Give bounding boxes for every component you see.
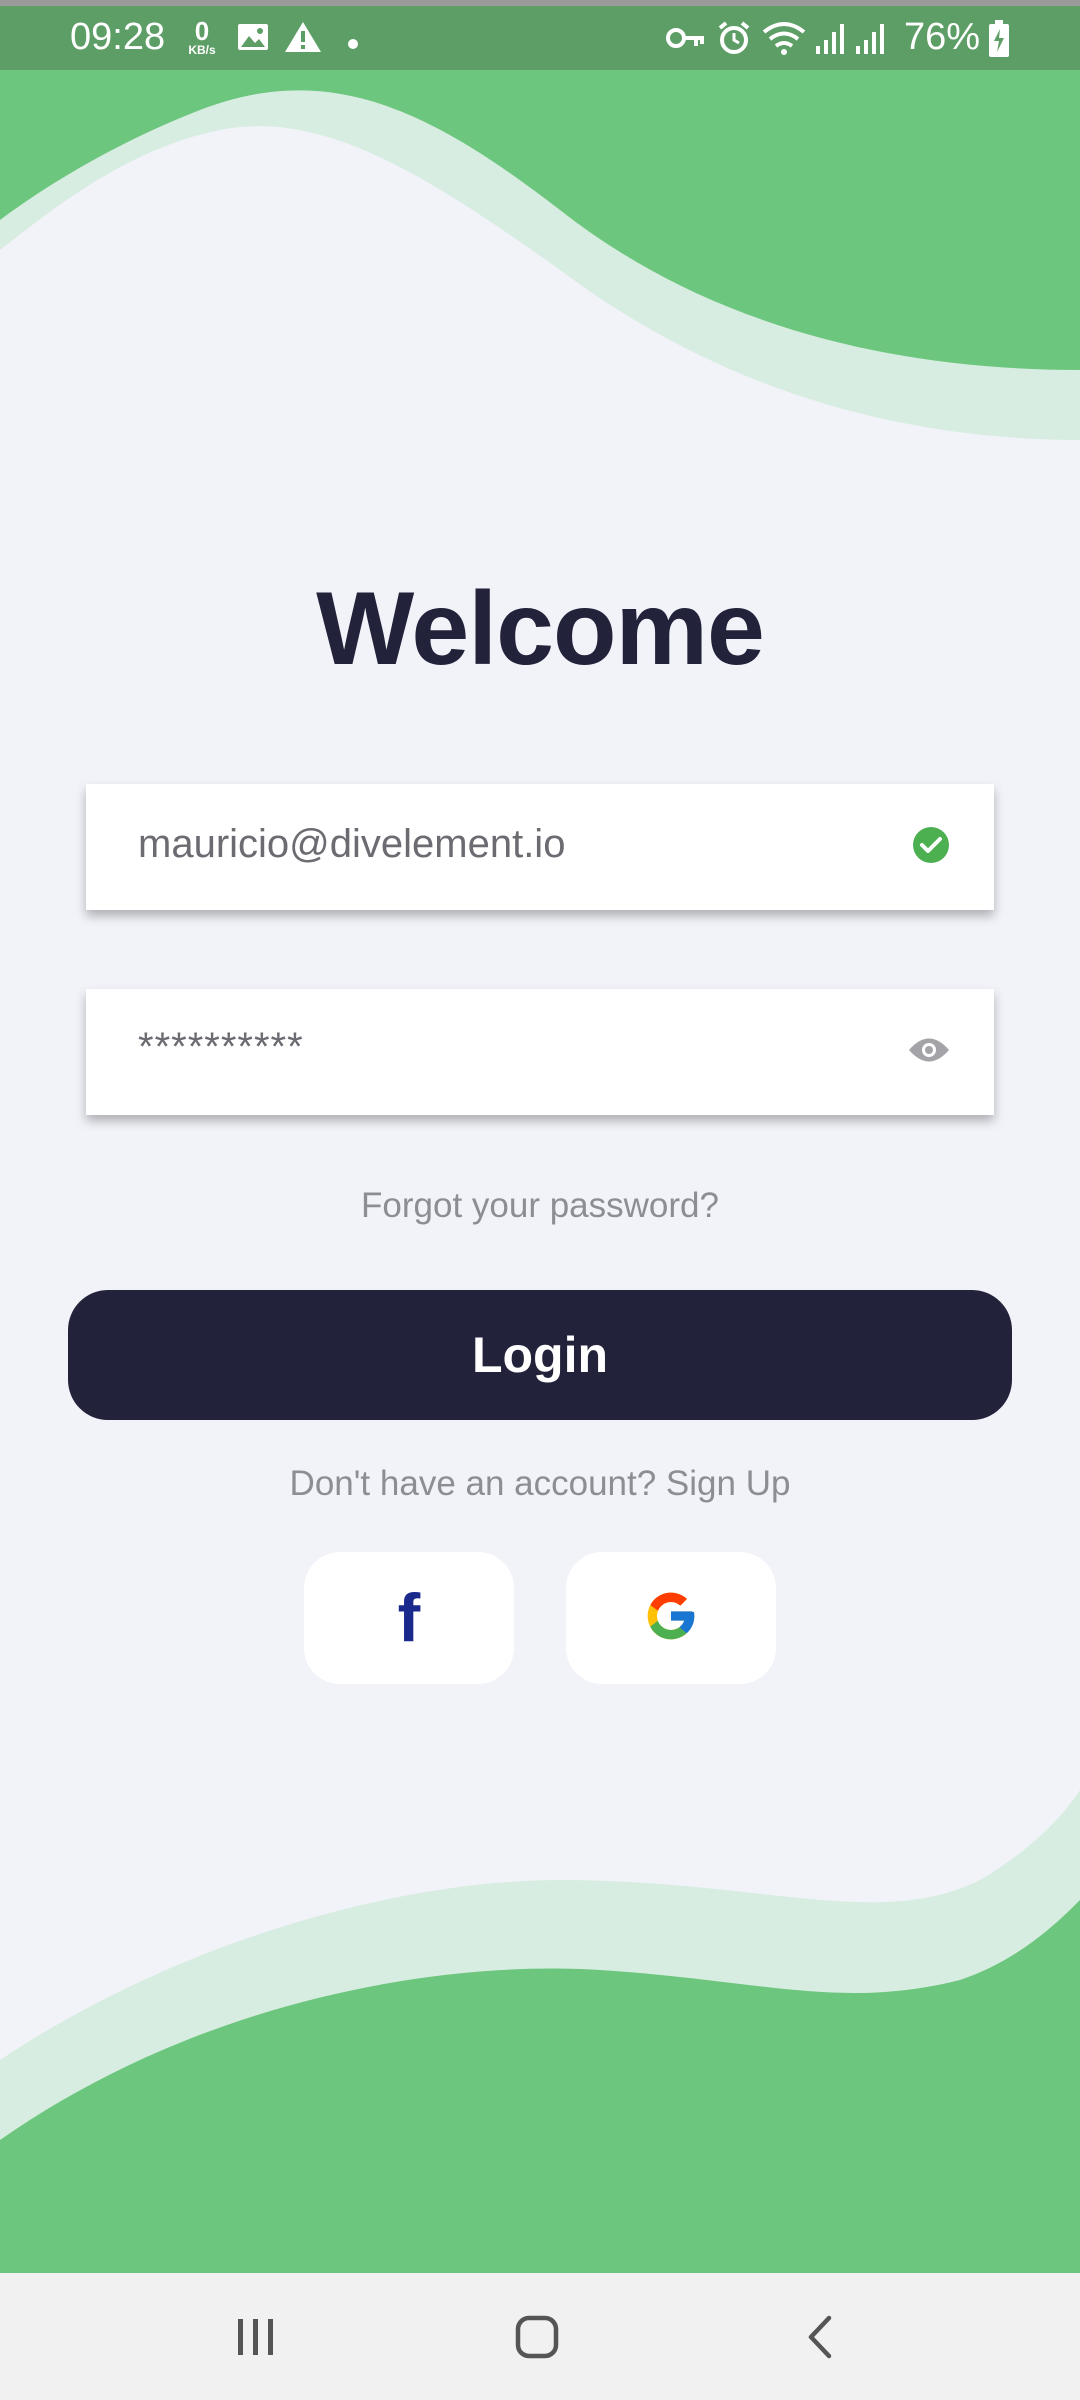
email-field[interactable]: mauricio@divelement.io [86,784,994,910]
facebook-icon: f [397,1580,421,1656]
network-speed-value: 0 [194,16,210,46]
key-icon [666,24,706,57]
home-icon[interactable] [497,2309,577,2365]
page-title: Welcome [316,571,765,687]
battery-percentage: 76% [904,16,981,58]
signal-icon [814,22,846,61]
signup-link[interactable]: Don't have an account? Sign Up [0,1464,1080,1504]
alarm-icon [716,20,752,61]
back-icon[interactable] [780,2309,860,2365]
network-speed-unit: KB/s [188,43,216,57]
email-value[interactable]: mauricio@divelement.io [138,822,565,867]
dot-icon [348,36,358,54]
password-value[interactable]: ********** [138,1025,304,1070]
battery-charging-icon [988,20,1010,63]
top-wave-decoration [0,70,1080,440]
bottom-wave-decoration [0,1790,1080,2280]
google-icon [643,1588,699,1649]
google-login-button[interactable] [566,1552,776,1684]
facebook-login-button[interactable]: f [304,1552,514,1684]
login-button-label: Login [471,1327,609,1383]
status-time: 09:28 [70,16,166,58]
login-button[interactable]: Login [68,1290,1012,1420]
recent-apps-icon[interactable] [216,2309,296,2365]
signal-icon [854,22,886,61]
check-circle-icon [912,826,950,869]
image-icon [236,20,270,59]
forgot-password-link[interactable]: Forgot your password? [0,1186,1080,1226]
status-bar: 09:28 0 KB/s 76% [0,0,1080,76]
warning-icon [284,20,322,59]
network-speed: 0 KB/s [182,18,222,56]
eye-icon[interactable] [908,1035,950,1070]
password-field[interactable]: ********** [86,989,994,1115]
navigation-bar [0,2273,1080,2400]
wifi-icon [762,20,806,61]
